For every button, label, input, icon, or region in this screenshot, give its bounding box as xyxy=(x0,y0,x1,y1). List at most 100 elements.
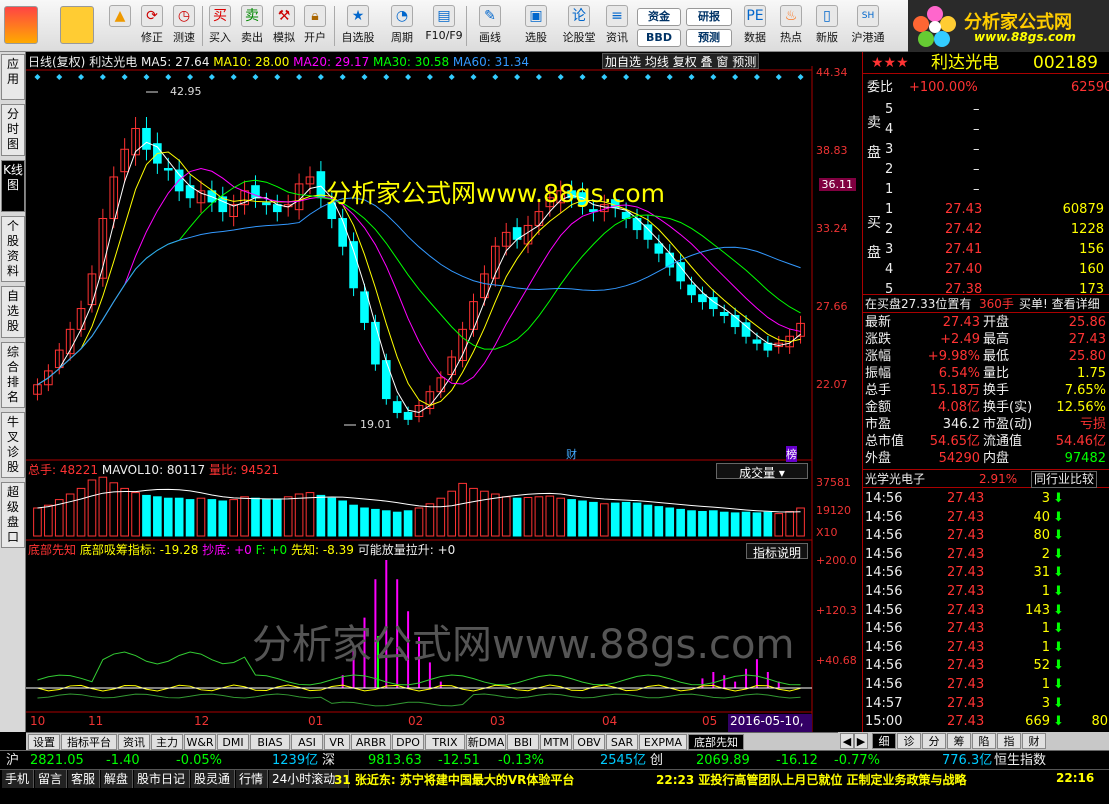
tb-news-button[interactable]: ≡ 资讯 xyxy=(602,3,632,49)
tab-ranking[interactable]: 综合排名 xyxy=(1,342,25,408)
tb-draw-button[interactable]: ✎ 画线 xyxy=(472,3,508,49)
indicator-tab[interactable]: MTM xyxy=(540,734,572,750)
window-button[interactable]: 窗 xyxy=(716,55,728,69)
sell-order-row[interactable]: 5– xyxy=(863,100,1109,119)
tb-shhk-button[interactable]: SH 沪港通 xyxy=(848,3,888,49)
buy-order-row[interactable]: 4 27.40 160 xyxy=(863,260,1109,279)
tb-sell-button[interactable]: 卖卖出 xyxy=(238,3,266,49)
indicator-tab[interactable]: ASI xyxy=(291,734,323,750)
tick-price: 27.43 xyxy=(947,714,985,730)
tb-watchlist-button[interactable]: ★ 自选股 xyxy=(338,3,378,49)
sh-index[interactable]: 2821.05 xyxy=(30,751,84,770)
buy-order-row[interactable]: 1 27.43 60879 xyxy=(863,200,1109,219)
panel-tab[interactable]: 指 xyxy=(997,733,1021,749)
indicator-tab[interactable]: BBI xyxy=(507,734,539,750)
tb-refresh-button[interactable]: ⟳ 修正 xyxy=(136,3,168,49)
tb-speedtest-button[interactable]: ◷ 测速 xyxy=(168,3,200,49)
sector-name[interactable]: 光学光电子 xyxy=(865,470,925,489)
status-button[interactable]: 解盘 xyxy=(101,770,133,788)
buy-order-row[interactable]: 2 27.42 1228 xyxy=(863,220,1109,239)
sell-order-row[interactable]: 4– xyxy=(863,120,1109,139)
tb-stock-picker-button[interactable]: ▣ 选股 xyxy=(518,3,554,49)
adjust-button[interactable]: 复权 xyxy=(673,55,697,69)
tb-forum-button[interactable]: 论论股堂 xyxy=(560,3,598,49)
indicator-tab[interactable]: 资讯 xyxy=(118,734,150,750)
tb-simulate-button[interactable]: ⚒ 模拟 xyxy=(270,3,298,49)
indicator-tab[interactable]: OBV xyxy=(573,734,605,750)
indicator-tab[interactable]: W&R xyxy=(184,734,216,750)
indicator-tab[interactable]: TRIX xyxy=(425,734,465,750)
panel-tab[interactable]: 分 xyxy=(922,733,946,749)
sz-index[interactable]: 9813.63 xyxy=(368,751,422,770)
sell-order-row[interactable]: 3– xyxy=(863,140,1109,159)
tb-new-version-button[interactable]: ▯ 新版 xyxy=(812,3,842,49)
status-button[interactable]: 客服 xyxy=(68,770,100,788)
indicator-tab[interactable]: ARBR xyxy=(351,734,391,750)
scroll-left-icon[interactable]: ◀ xyxy=(840,733,854,749)
tab-stock-profile[interactable]: 个股资料 xyxy=(1,216,25,282)
news-ticker-2[interactable]: 22:23 亚投行高管团队上月已就位 正制定业务政策与战略 xyxy=(656,771,967,788)
tab-intraday[interactable]: 分时图 xyxy=(1,104,25,156)
panel-tab[interactable]: 诊 xyxy=(897,733,921,749)
indicator-tab[interactable]: BIAS xyxy=(250,734,290,750)
buy-order-row[interactable]: 3 27.41 156 xyxy=(863,240,1109,259)
forecast-button[interactable]: 预测 xyxy=(686,29,732,47)
add-watchlist-button[interactable]: 加自选 xyxy=(605,55,641,69)
home-icon[interactable] xyxy=(4,6,38,44)
ma-button[interactable]: 均线 xyxy=(645,55,669,69)
fund-button[interactable]: 资金 xyxy=(637,8,681,26)
status-button[interactable]: 股市日记 xyxy=(134,770,190,788)
indicator-tab[interactable]: VR xyxy=(324,734,350,750)
indicator-tab[interactable]: DPO xyxy=(392,734,424,750)
tb-hot-button[interactable]: ♨ 热点 xyxy=(776,3,806,49)
tab-app[interactable]: 应用 xyxy=(1,54,25,100)
predict-button[interactable]: 预测 xyxy=(732,55,756,69)
bbd-button[interactable]: BBD xyxy=(637,29,681,47)
period-label[interactable]: 日线(复权) xyxy=(28,55,85,69)
big-order-notice[interactable]: 在买盘27.33位置有 360手 买单! 查看详细 xyxy=(863,294,1109,313)
indicator-tab[interactable]: 新DMA xyxy=(466,734,506,750)
indicator-tab[interactable]: 主力 xyxy=(151,734,183,750)
finance-marker[interactable]: 财 xyxy=(566,446,577,462)
news-ticker-1[interactable]: 31 张近东: 苏宁将建中国最大的VR体验平台 xyxy=(334,771,574,788)
panel-tab[interactable]: 细 xyxy=(872,733,896,749)
tb-buy-button[interactable]: 买买入 xyxy=(206,3,234,49)
status-button[interactable]: 股灵通 xyxy=(191,770,235,788)
research-button[interactable]: 研报 xyxy=(686,8,732,26)
kline-chart-area[interactable]: 日线(复权) 利达光电 MA5: 27.64 MA10: 28.00 MA20:… xyxy=(26,52,862,745)
sell-order-row[interactable]: 1– xyxy=(863,180,1109,199)
up-down-arrow-icon[interactable]: ▲ xyxy=(108,3,132,49)
indicator-tab[interactable]: SAR xyxy=(606,734,638,750)
volume-indicator-select[interactable]: 成交量 ▾ xyxy=(716,463,808,480)
tab-watchlist[interactable]: 自选股 xyxy=(1,286,25,338)
indicator-tab[interactable]: 底部先知 xyxy=(688,734,744,750)
status-button[interactable]: 留言 xyxy=(35,770,67,788)
overlay-button[interactable]: 叠 xyxy=(701,55,713,69)
scroll-right-icon[interactable]: ▶ xyxy=(854,733,868,749)
compare-button[interactable]: 同行业比较 xyxy=(1031,471,1098,488)
indicator-tab[interactable]: 指标平台 xyxy=(61,734,117,750)
indicator-tab[interactable]: 设置 xyxy=(28,734,60,750)
tab-diagnosis[interactable]: 牛叉诊股 xyxy=(1,412,25,478)
indicator-tab[interactable]: EXPMA xyxy=(639,734,687,750)
cy-index[interactable]: 2069.89 xyxy=(696,751,750,770)
panel-tab[interactable]: 筹 xyxy=(947,733,971,749)
tb-open-account-button[interactable]: 🔒︎ 开户 xyxy=(300,3,330,49)
panel-tab[interactable]: 财 xyxy=(1022,733,1046,749)
status-button[interactable]: 行情 xyxy=(236,770,268,788)
hs-label[interactable]: 恒生指数 xyxy=(994,751,1046,770)
panel-tab[interactable]: 陷 xyxy=(972,733,996,749)
tb-f10-button[interactable]: ▤ F10/F9 xyxy=(424,3,464,49)
tab-kline[interactable]: K线图 xyxy=(1,160,25,212)
ranking-marker[interactable]: 榜 xyxy=(786,446,797,462)
tb-period-button[interactable]: ◔ 周期 xyxy=(384,3,420,49)
tb-data-button[interactable]: PE 数据 xyxy=(740,3,770,49)
indicator-tab[interactable]: DMI xyxy=(217,734,249,750)
status-button[interactable]: 手机 xyxy=(2,770,34,788)
volume-bar xyxy=(381,510,391,537)
notice-link[interactable]: 买单! 查看详细 xyxy=(1019,295,1100,314)
indicator-help-button[interactable]: 指标说明 xyxy=(746,543,808,560)
tab-super-orderbook[interactable]: 超级盘口 xyxy=(1,482,25,548)
back-arrow-icon[interactable] xyxy=(60,6,94,44)
sell-order-row[interactable]: 2– xyxy=(863,160,1109,179)
